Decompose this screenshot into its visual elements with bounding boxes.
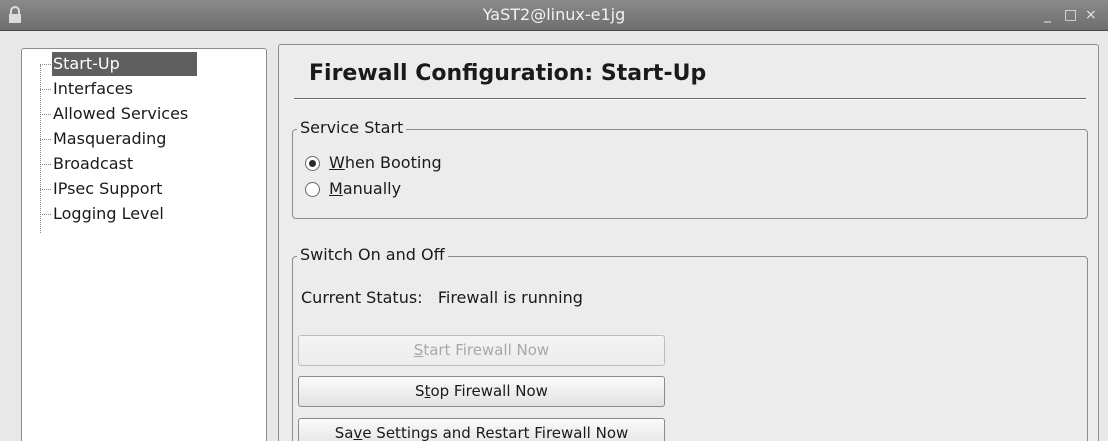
start-firewall-button[interactable]: Start Firewall Now [298, 335, 665, 366]
radio-checked-icon [305, 155, 320, 171]
tree-item-start-up[interactable]: Start-Up [40, 52, 197, 76]
tree-connector [40, 89, 51, 90]
minimize-button[interactable]: _ [1044, 6, 1051, 24]
tree-item-interfaces[interactable]: Interfaces [40, 77, 135, 101]
window-title: YaST2@linux-e1jg [482, 5, 626, 24]
when-booting-label: When Booting [329, 153, 442, 172]
tree-connector [40, 139, 51, 140]
current-status-label: Current Status: [301, 288, 423, 307]
tree-item-label: Logging Level [53, 204, 164, 223]
tree-item-logging-level[interactable]: Logging Level [40, 202, 166, 226]
tree-connector [40, 64, 51, 65]
tree-item-ipsec-support[interactable]: IPsec Support [40, 177, 164, 201]
tree-item-masquerading[interactable]: Masquerading [40, 127, 168, 151]
tree-item-label: Masquerading [53, 129, 167, 148]
manually-label: Manually [329, 179, 402, 198]
navigation-tree[interactable]: Start-Up Interfaces Allowed Services Mas… [21, 48, 267, 441]
radio-unchecked-icon [305, 181, 320, 197]
service-start-title: Service Start [297, 118, 407, 137]
tree-item-label: Start-Up [52, 52, 197, 76]
manually-radio[interactable]: Manually [305, 178, 401, 200]
tree-item-label: Broadcast [53, 154, 134, 173]
switch-on-off-title: Switch On and Off [297, 245, 448, 264]
tree-item-allowed-services[interactable]: Allowed Services [40, 102, 190, 126]
tree-connector [40, 189, 51, 190]
switch-on-off-group: Switch On and Off Current Status: Firewa… [292, 245, 1088, 441]
service-start-group: Service Start When Booting Manually [292, 118, 1088, 219]
current-status: Current Status: Firewall is running [301, 288, 583, 307]
page-title: Firewall Configuration: Start-Up [309, 61, 707, 86]
tree-item-label: IPsec Support [53, 179, 163, 198]
heading-divider [294, 98, 1086, 100]
stop-firewall-button[interactable]: Stop Firewall Now [298, 376, 665, 407]
tree-item-broadcast[interactable]: Broadcast [40, 152, 135, 176]
content-panel: Firewall Configuration: Start-Up Service… [278, 44, 1099, 441]
tree-connector [40, 114, 51, 115]
tree-item-label: Interfaces [53, 79, 133, 98]
close-button[interactable]: × [1085, 6, 1097, 24]
title-bar[interactable]: YaST2@linux-e1jg _ □ × [0, 0, 1108, 31]
tree-connector [40, 214, 51, 215]
save-restart-firewall-button[interactable]: Save Settings and Restart Firewall Now [298, 418, 665, 441]
client-area: Start-Up Interfaces Allowed Services Mas… [0, 31, 1108, 441]
tree-connector [40, 164, 51, 165]
when-booting-radio[interactable]: When Booting [305, 152, 442, 174]
maximize-button[interactable]: □ [1064, 6, 1077, 24]
current-status-value: Firewall is running [437, 288, 583, 307]
tree-item-label: Allowed Services [53, 104, 189, 123]
